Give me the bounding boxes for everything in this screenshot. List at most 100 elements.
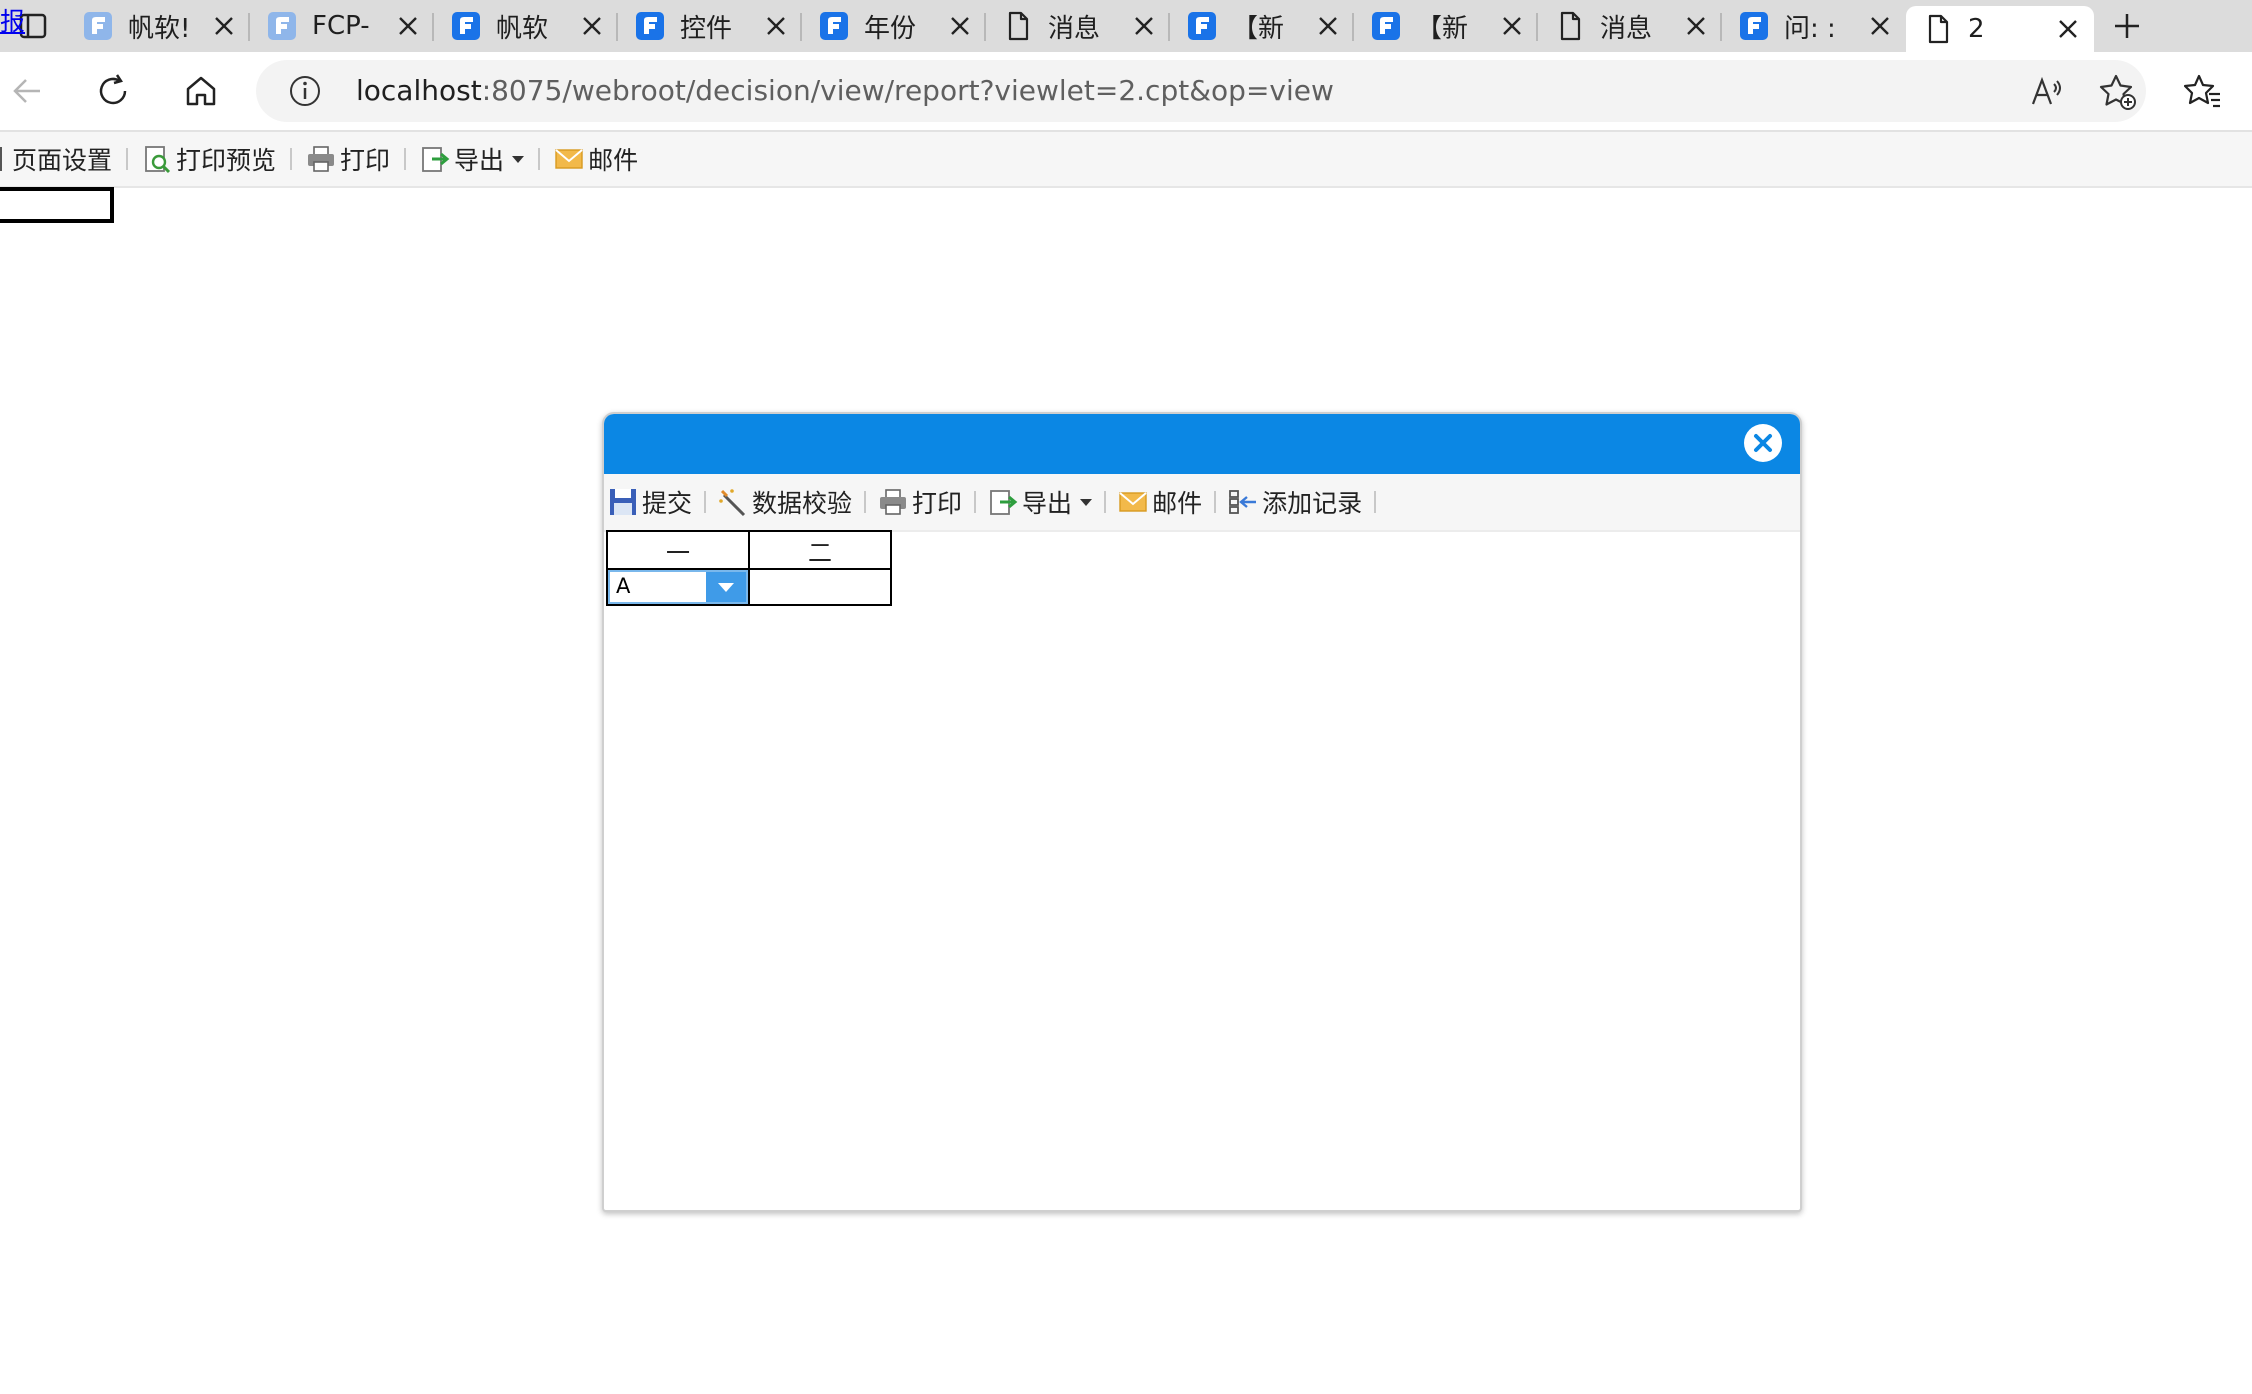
table-header-row: 一 二: [606, 530, 892, 570]
browser-tab[interactable]: 问: :: [1722, 3, 1906, 49]
submit-button[interactable]: 提交: [604, 475, 696, 529]
header-cell-1: 一: [606, 530, 750, 570]
url-host: localhost: [356, 74, 482, 107]
dialog-email-label: 邮件: [1152, 489, 1203, 518]
browser-tab[interactable]: 帆软: [434, 3, 618, 49]
fanruan-icon: [820, 12, 848, 40]
browser-nav-bar: localhost:8075/webroot/decision/view/rep…: [0, 52, 2252, 132]
refresh-button[interactable]: [90, 68, 136, 114]
page-icon: [1560, 11, 1581, 41]
close-icon: [1871, 17, 1889, 35]
home-icon: [186, 76, 216, 106]
dialog-print-button[interactable]: 打印: [874, 475, 966, 529]
add-record-button[interactable]: 添加记录: [1224, 475, 1366, 529]
tab-close-button[interactable]: [578, 12, 606, 40]
submit-label: 提交: [642, 489, 693, 518]
tab-close-button[interactable]: [1682, 12, 1710, 40]
tab-close-button[interactable]: [762, 12, 790, 40]
close-icon: [1754, 434, 1772, 452]
toolbar-separator: [864, 491, 867, 513]
close-icon: [583, 17, 601, 35]
browser-tab[interactable]: 消息: [1538, 3, 1722, 49]
dialog-header: [604, 414, 1800, 474]
report-grid: 一 二 A: [606, 530, 892, 606]
chevron-down-icon: [718, 582, 734, 592]
fanruan-icon: [268, 12, 296, 40]
page-icon: [1928, 14, 1949, 44]
print-button[interactable]: 打印: [300, 132, 396, 186]
save-icon: [610, 489, 636, 515]
close-icon: [1319, 17, 1337, 35]
browser-tab[interactable]: 2: [1906, 6, 2094, 52]
new-tab-button[interactable]: [2094, 0, 2160, 52]
page-setup-button[interactable]: 页面设置: [6, 132, 118, 186]
tab-close-button[interactable]: [946, 12, 974, 40]
favorites-icon: [2184, 74, 2220, 108]
refresh-icon: [99, 74, 127, 105]
browser-tab[interactable]: 【新: [1170, 3, 1354, 49]
plus-icon: [2115, 14, 2139, 38]
chevron-down-icon: [1080, 498, 1093, 506]
magic-wand-icon: [719, 489, 746, 517]
browser-tab[interactable]: 年份: [802, 3, 986, 49]
print-preview-button[interactable]: 打印预览: [136, 132, 282, 186]
fanruan-icon: [1372, 12, 1400, 40]
tab-title: 2: [1968, 14, 1985, 44]
url-text: localhost:8075/webroot/decision/view/rep…: [356, 74, 1334, 107]
dialog-export-button[interactable]: 导出: [984, 475, 1096, 529]
browser-tab[interactable]: FCP-: [250, 3, 434, 49]
arrow-left-icon: [13, 79, 40, 103]
toolbar-separator: [1104, 491, 1107, 513]
email-button[interactable]: 邮件: [548, 132, 644, 186]
url-path: :8075/webroot/decision/view/report?viewl…: [481, 74, 1334, 107]
browser-tab[interactable]: 帆软!: [66, 3, 250, 49]
dialog-toolbar: 提交 数据校验 打印 导出 邮件 添加记录: [604, 474, 1800, 532]
data-validate-label: 数据校验: [752, 489, 853, 518]
toolbar-separator: [1374, 491, 1377, 513]
tab-close-button[interactable]: [1866, 12, 1894, 40]
read-aloud-button[interactable]: [2028, 72, 2066, 114]
print-preview-icon: [145, 146, 171, 174]
browser-tab[interactable]: 【新: [1354, 3, 1538, 49]
close-icon: [2059, 20, 2077, 38]
toolbar-separator: [974, 491, 977, 513]
tab-close-button[interactable]: [1314, 12, 1342, 40]
site-info-icon[interactable]: [288, 74, 322, 112]
home-button[interactable]: [178, 68, 224, 114]
print-label: 打印: [340, 146, 391, 175]
close-icon: [215, 17, 233, 35]
tab-title: 控件: [680, 13, 733, 44]
dialog-email-button[interactable]: 邮件: [1114, 475, 1206, 529]
export-icon: [990, 490, 1018, 515]
tab-list: 帆软! FCP- 帆软 控件 年份 消息 【新 【新 消息 问: : 2: [66, 0, 2094, 52]
star-add-icon: [2099, 74, 2136, 110]
add-favorite-button[interactable]: [2098, 72, 2138, 116]
tab-title: 【新: [1416, 13, 1469, 44]
dropdown-combo[interactable]: A: [608, 570, 748, 604]
mail-icon: [555, 149, 583, 169]
browser-tab[interactable]: 控件: [618, 3, 802, 49]
tab-close-button[interactable]: [210, 12, 238, 40]
dialog-export-label: 导出: [1022, 489, 1073, 518]
address-bar[interactable]: localhost:8075/webroot/decision/view/rep…: [256, 60, 2146, 122]
tab-close-button[interactable]: [394, 12, 422, 40]
tab-close-button[interactable]: [1130, 12, 1158, 40]
export-button[interactable]: 导出: [414, 132, 530, 186]
tab-title: 问: :: [1784, 13, 1836, 44]
close-icon: [1503, 17, 1521, 35]
fanruan-icon: [1188, 12, 1216, 40]
print-preview-label: 打印预览: [176, 146, 277, 175]
tab-close-button[interactable]: [1498, 12, 1526, 40]
editable-cell[interactable]: [748, 568, 892, 606]
favorites-button[interactable]: [2180, 68, 2226, 114]
browser-tab[interactable]: 消息: [986, 3, 1170, 49]
close-icon: [399, 17, 417, 35]
back-button[interactable]: [4, 68, 50, 114]
dropdown-toggle-button[interactable]: [706, 572, 746, 602]
report-link[interactable]: 报: [0, 2, 25, 38]
dialog-close-button[interactable]: [1744, 424, 1782, 462]
report-cell-box: [0, 187, 114, 223]
data-validate-button[interactable]: 数据校验: [714, 475, 856, 529]
chevron-down-icon: [512, 155, 525, 163]
tab-close-button[interactable]: [2054, 15, 2082, 43]
